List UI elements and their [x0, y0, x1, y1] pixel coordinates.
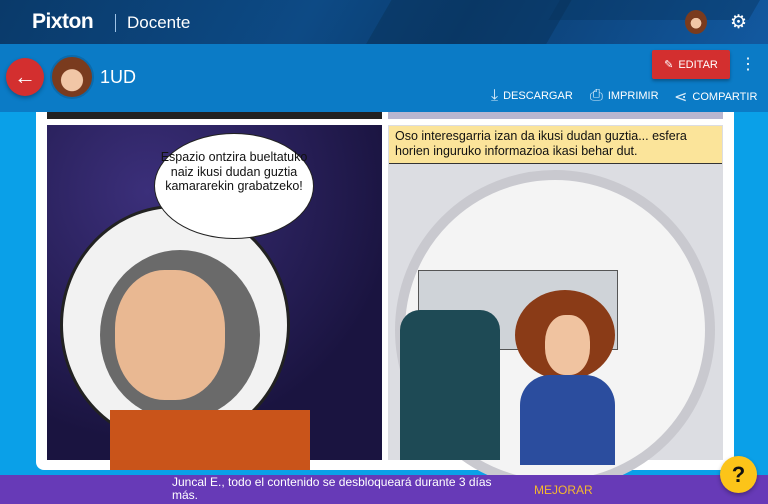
upgrade-link[interactable]: MEJORAR: [534, 483, 593, 497]
seat: [400, 310, 500, 460]
share-icon: ⋖: [674, 89, 688, 106]
character: [515, 290, 615, 465]
share-button[interactable]: ⋖ COMPARTIR: [674, 87, 757, 107]
download-label: DESCARGAR: [503, 90, 573, 102]
caption-box: Oso interesgarria izan da ikusi dudan gu…: [389, 126, 722, 164]
section-label: Docente: [127, 13, 191, 32]
comic-title: 1UD: [100, 67, 137, 87]
share-label: COMPARTIR: [692, 91, 758, 103]
help-button[interactable]: ?: [720, 456, 757, 493]
pencil-icon: ✎: [664, 59, 674, 71]
divider: [115, 14, 116, 32]
pixton-logo[interactable]: Pixton: [32, 10, 94, 34]
more-options-icon[interactable]: ⋮: [740, 54, 756, 74]
gear-icon[interactable]: ⚙: [730, 11, 747, 34]
speech-bubble: Espazio ontzira bueltatuko naiz ikusi du…: [154, 133, 314, 239]
astronaut-suit: [110, 410, 310, 470]
download-button[interactable]: ⤓ DESCARGAR: [491, 87, 573, 105]
comic-avatar: [50, 55, 94, 99]
astronaut-face: [115, 270, 225, 400]
edit-button[interactable]: ✎ EDITAR: [652, 50, 730, 79]
edit-label: EDITAR: [678, 58, 718, 71]
previous-panel-edge: [47, 112, 382, 119]
download-icon: ⤓: [491, 87, 499, 104]
banner-message: Juncal E., todo el contenido se desbloqu…: [172, 475, 492, 502]
user-avatar[interactable]: [685, 10, 707, 34]
back-button[interactable]: ←: [6, 58, 44, 96]
previous-panel-edge: [388, 112, 723, 119]
print-button[interactable]: ⎙ IMPRIMIR: [590, 87, 659, 105]
print-icon: ⎙: [590, 87, 603, 104]
print-label: IMPRIMIR: [607, 90, 659, 102]
